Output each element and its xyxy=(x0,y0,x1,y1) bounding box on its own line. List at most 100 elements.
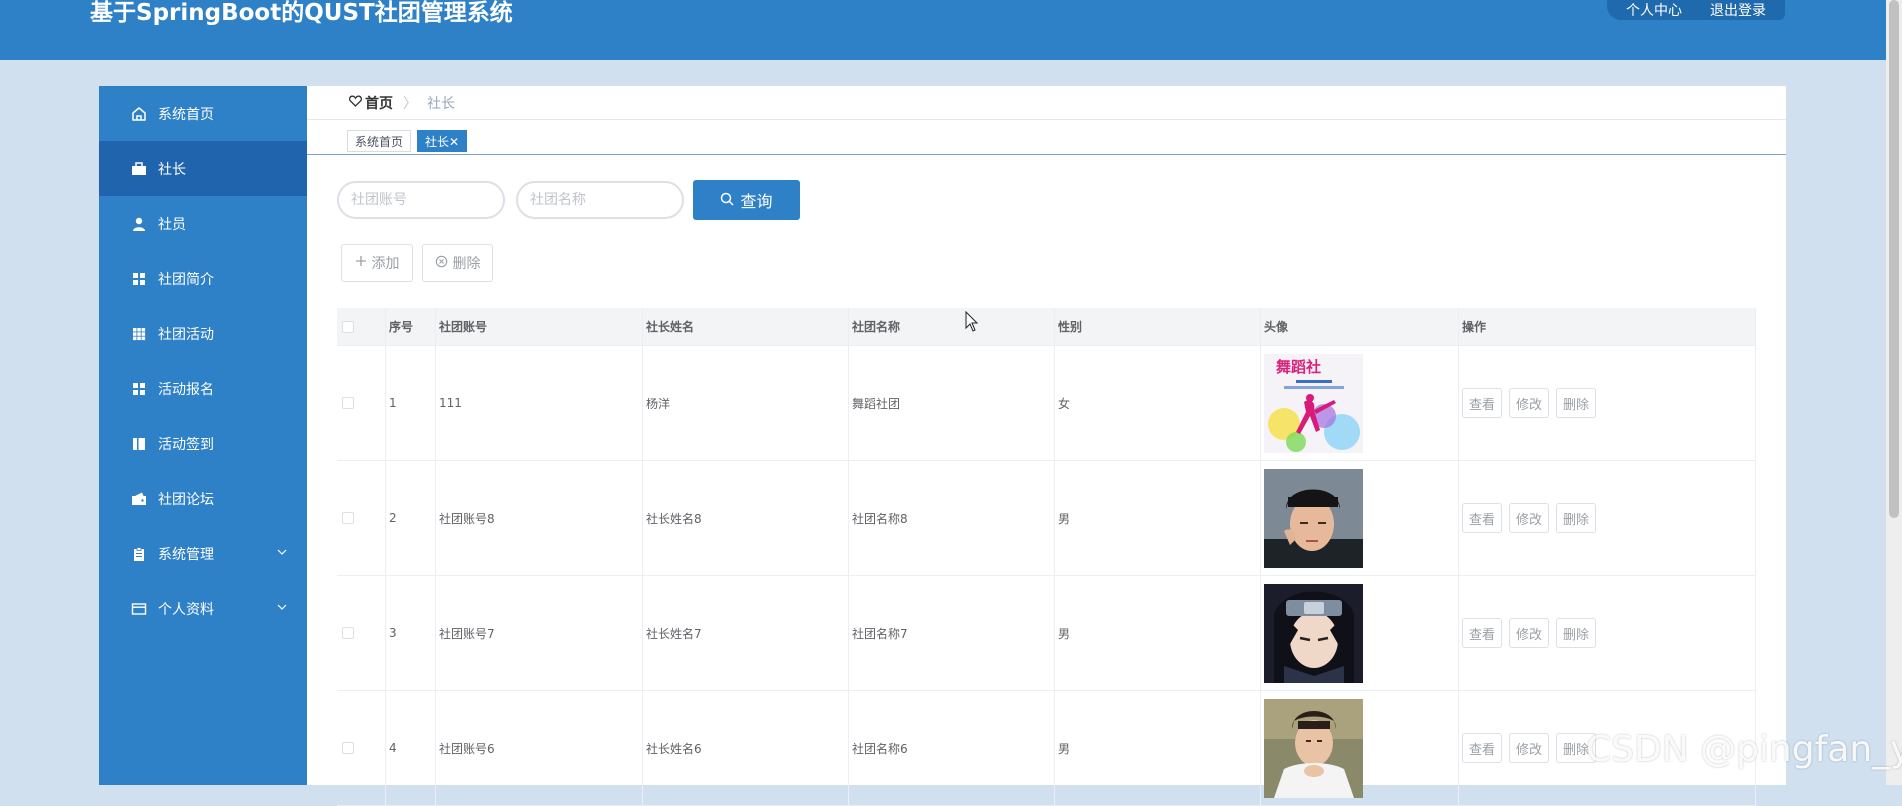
delete-button[interactable]: 删除 xyxy=(1556,388,1597,418)
sidebar-item-label: 社长 xyxy=(158,161,186,178)
tab-system-home[interactable]: 系统首页 xyxy=(347,130,412,152)
wallet-icon xyxy=(131,491,147,507)
sidebar-item-label: 社团简介 xyxy=(158,271,214,288)
sidebar-item-home[interactable]: 系统首页 xyxy=(99,86,307,141)
clipboard-icon xyxy=(131,546,147,562)
column-header: 社长姓名 xyxy=(643,308,849,345)
view-button[interactable]: 查看 xyxy=(1462,618,1503,648)
cell-club: 社团名称7 xyxy=(849,576,1055,690)
mouse-cursor-icon xyxy=(965,310,979,337)
cell-club: 社团名称8 xyxy=(849,461,1055,575)
view-button[interactable]: 查看 xyxy=(1462,733,1503,763)
cell-account: 社团账号7 xyxy=(436,576,643,690)
column-header: 社团名称 xyxy=(849,308,1055,345)
column-header: 性别 xyxy=(1055,308,1261,345)
column-header: 操作 xyxy=(1459,308,1756,345)
delete-button[interactable]: 删除 xyxy=(1556,503,1597,533)
edit-button[interactable]: 修改 xyxy=(1509,618,1550,648)
sidebar-item-president[interactable]: 社长 xyxy=(99,141,307,196)
view-button[interactable]: 查看 xyxy=(1462,388,1503,418)
view-button[interactable]: 查看 xyxy=(1462,503,1503,533)
cell-president: 社长姓名6 xyxy=(643,691,849,805)
row-select-cell xyxy=(337,461,386,575)
cell-club: 社团名称6 xyxy=(849,691,1055,805)
scrollbar-thumb[interactable] xyxy=(1889,0,1899,518)
edit-button[interactable]: 修改 xyxy=(1509,733,1550,763)
row-checkbox[interactable] xyxy=(342,397,354,409)
sidebar: 系统首页 社长 社员 社团简介 社团活动 活动报名 活动签到 社团论坛 系统管理… xyxy=(99,86,307,785)
cell-president: 社长姓名7 xyxy=(643,576,849,690)
edit-button[interactable]: 修改 xyxy=(1509,388,1550,418)
cell-index: 3 xyxy=(386,576,436,690)
grid-icon xyxy=(131,381,147,397)
main-content: 首页 〉 社长 系统首页 社长✕ 查询 添加 删除 序号 社团账号 社长姓名 xyxy=(307,86,1786,806)
sidebar-item-activity-checkin[interactable]: 活动签到 xyxy=(99,416,307,471)
president-table: 序号 社团账号 社长姓名 社团名称 性别 头像 操作 1 111 杨洋 舞蹈社团… xyxy=(337,308,1756,806)
personal-center-link[interactable]: 个人中心 xyxy=(1626,0,1682,20)
circle-x-icon xyxy=(435,255,448,272)
top-header: 基于SpringBoot的QUST社团管理系统 个人中心 退出登录 xyxy=(0,0,1886,60)
breadcrumb-separator: 〉 xyxy=(403,95,417,112)
grid-icon xyxy=(131,271,147,287)
cell-avatar xyxy=(1261,461,1459,575)
app-title: 基于SpringBoot的QUST社团管理系统 xyxy=(90,0,513,26)
sidebar-item-label: 社团论坛 xyxy=(158,491,214,508)
row-checkbox[interactable] xyxy=(342,742,354,754)
tab-president[interactable]: 社长✕ xyxy=(417,130,468,152)
chevron-down-icon xyxy=(277,544,287,558)
sidebar-item-label: 系统管理 xyxy=(158,546,214,563)
cell-index: 4 xyxy=(386,691,436,805)
row-select-cell xyxy=(337,576,386,690)
book-icon xyxy=(131,436,147,452)
top-actions: 个人中心 退出登录 xyxy=(1607,0,1785,20)
cell-account: 111 xyxy=(436,346,643,460)
header-select-cell xyxy=(337,308,386,345)
row-select-cell xyxy=(337,691,386,805)
sidebar-item-profile[interactable]: 个人资料 xyxy=(99,581,307,636)
club-name-search-input[interactable] xyxy=(516,181,684,219)
row-checkbox[interactable] xyxy=(342,627,354,639)
cell-avatar xyxy=(1261,576,1459,690)
query-button[interactable]: 查询 xyxy=(693,180,800,220)
cell-actions: 查看 修改 删除 xyxy=(1459,576,1756,690)
breadcrumb-home[interactable]: 首页 xyxy=(349,93,393,113)
breadcrumb: 首页 〉 社长 xyxy=(307,86,1786,120)
cell-president: 杨洋 xyxy=(643,346,849,460)
club-account-search-input[interactable] xyxy=(337,181,505,219)
sidebar-item-label: 社员 xyxy=(158,216,186,233)
cell-gender: 男 xyxy=(1055,461,1261,575)
sidebar-item-label: 社团活动 xyxy=(158,326,214,343)
add-button[interactable]: 添加 xyxy=(341,244,413,282)
heart-icon xyxy=(349,95,362,111)
sidebar-item-label: 活动签到 xyxy=(158,436,214,453)
sidebar-item-club-activity[interactable]: 社团活动 xyxy=(99,306,307,361)
row-checkbox[interactable] xyxy=(342,512,354,524)
sidebar-item-club-forum[interactable]: 社团论坛 xyxy=(99,471,307,526)
cell-gender: 女 xyxy=(1055,346,1261,460)
home-icon xyxy=(131,106,147,122)
delete-button[interactable]: 删除 xyxy=(1556,618,1597,648)
sidebar-item-system-management[interactable]: 系统管理 xyxy=(99,526,307,581)
sidebar-item-label: 活动报名 xyxy=(158,381,214,398)
select-all-checkbox[interactable] xyxy=(342,320,354,333)
avatar-image xyxy=(1264,698,1363,798)
briefcase-icon xyxy=(131,161,147,177)
chevron-down-icon xyxy=(277,599,287,613)
column-header: 头像 xyxy=(1261,308,1459,345)
batch-delete-button[interactable]: 删除 xyxy=(422,244,493,282)
avatar-image xyxy=(1264,583,1363,683)
breadcrumb-current: 社长 xyxy=(427,95,455,112)
sidebar-item-activity-signup[interactable]: 活动报名 xyxy=(99,361,307,416)
cell-actions: 查看 修改 删除 xyxy=(1459,346,1756,460)
sidebar-item-member[interactable]: 社员 xyxy=(99,196,307,251)
sidebar-item-club-intro[interactable]: 社团简介 xyxy=(99,251,307,306)
cell-president: 社长姓名8 xyxy=(643,461,849,575)
cell-gender: 男 xyxy=(1055,691,1261,805)
card-icon xyxy=(131,601,147,617)
logout-link[interactable]: 退出登录 xyxy=(1710,0,1766,20)
cell-avatar: 舞蹈社 xyxy=(1261,346,1459,460)
edit-button[interactable]: 修改 xyxy=(1509,503,1550,533)
table-icon xyxy=(131,326,147,342)
cell-index: 1 xyxy=(386,346,436,460)
vertical-scrollbar[interactable] xyxy=(1886,0,1902,785)
